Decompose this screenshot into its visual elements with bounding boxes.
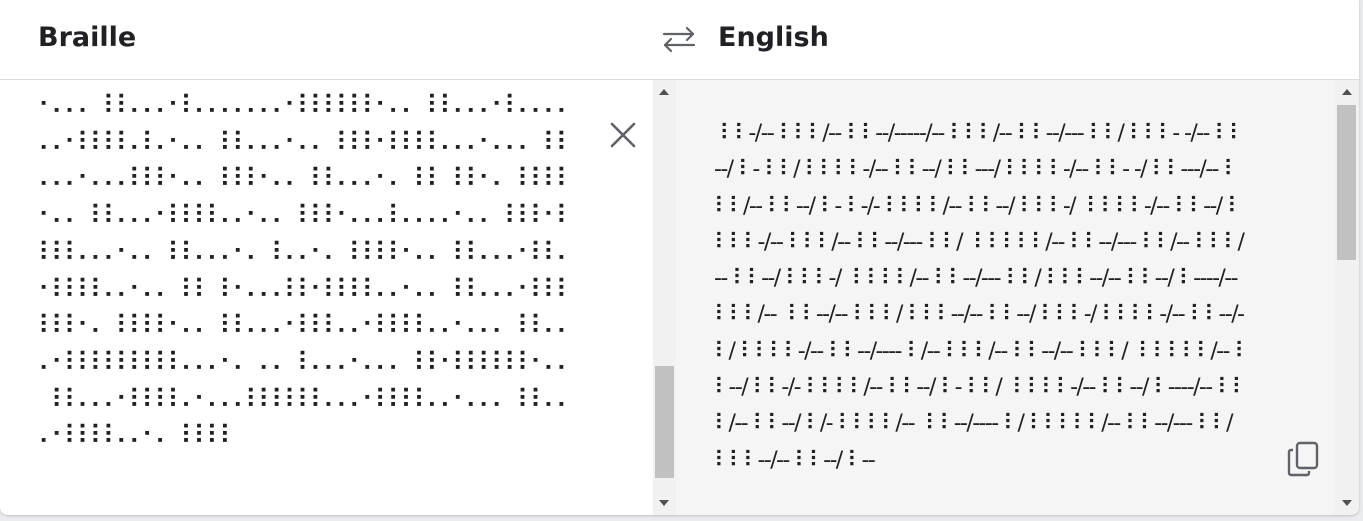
language-bar: Braille English [0, 0, 1359, 80]
english-output-text: ⠇⠇-/-- ⠇⠇⠇/-- ⠇⠇--/-----/-- ⠇⠇⠇/-- ⠇⠇--/… [714, 121, 1255, 473]
scroll-down-arrow-icon[interactable] [1342, 500, 1352, 506]
swap-languages-button[interactable] [660, 24, 698, 54]
scroll-down-arrow-icon[interactable] [659, 500, 669, 506]
translator-card: Braille English ⠂⠄⠄⠄⠀⠇⠇⠄⠄⠄⠂⠇⠄⠄⠄⠄⠄⠄⠄⠂⠇⠇⠇⠇… [0, 0, 1359, 515]
source-language-button[interactable]: Braille [38, 22, 136, 54]
swap-arrows-icon [662, 26, 696, 53]
scroll-up-arrow-icon[interactable] [1342, 89, 1352, 95]
scroll-up-arrow-icon[interactable] [659, 89, 669, 95]
copy-translation-button[interactable] [1283, 439, 1323, 479]
close-icon [610, 122, 636, 148]
target-language-button[interactable]: English [718, 22, 829, 54]
clear-input-button[interactable] [605, 117, 641, 153]
translation-scrollbar-thumb[interactable] [1337, 105, 1356, 260]
braille-input-textarea[interactable]: ⠂⠄⠄⠄⠀⠇⠇⠄⠄⠄⠂⠇⠄⠄⠄⠄⠄⠄⠄⠂⠇⠇⠇⠇⠇⠇⠂⠄⠄⠀⠇⠇⠄⠄⠄⠂⠇⠄⠄⠄… [38, 88, 575, 455]
source-scrollbar[interactable] [653, 80, 676, 515]
translation-panel: ⠇⠇-/-- ⠇⠇⠇/-- ⠇⠇--/-----/-- ⠇⠇⠇/-- ⠇⠇--/… [676, 80, 1334, 515]
source-text-panel: ⠂⠄⠄⠄⠀⠇⠇⠄⠄⠄⠂⠇⠄⠄⠄⠄⠄⠄⠄⠂⠇⠇⠇⠇⠇⠇⠂⠄⠄⠀⠇⠇⠄⠄⠄⠂⠇⠄⠄⠄… [0, 80, 653, 515]
source-scrollbar-thumb[interactable] [655, 366, 674, 478]
translation-scrollbar[interactable] [1334, 80, 1359, 515]
copy-icon [1287, 441, 1319, 477]
